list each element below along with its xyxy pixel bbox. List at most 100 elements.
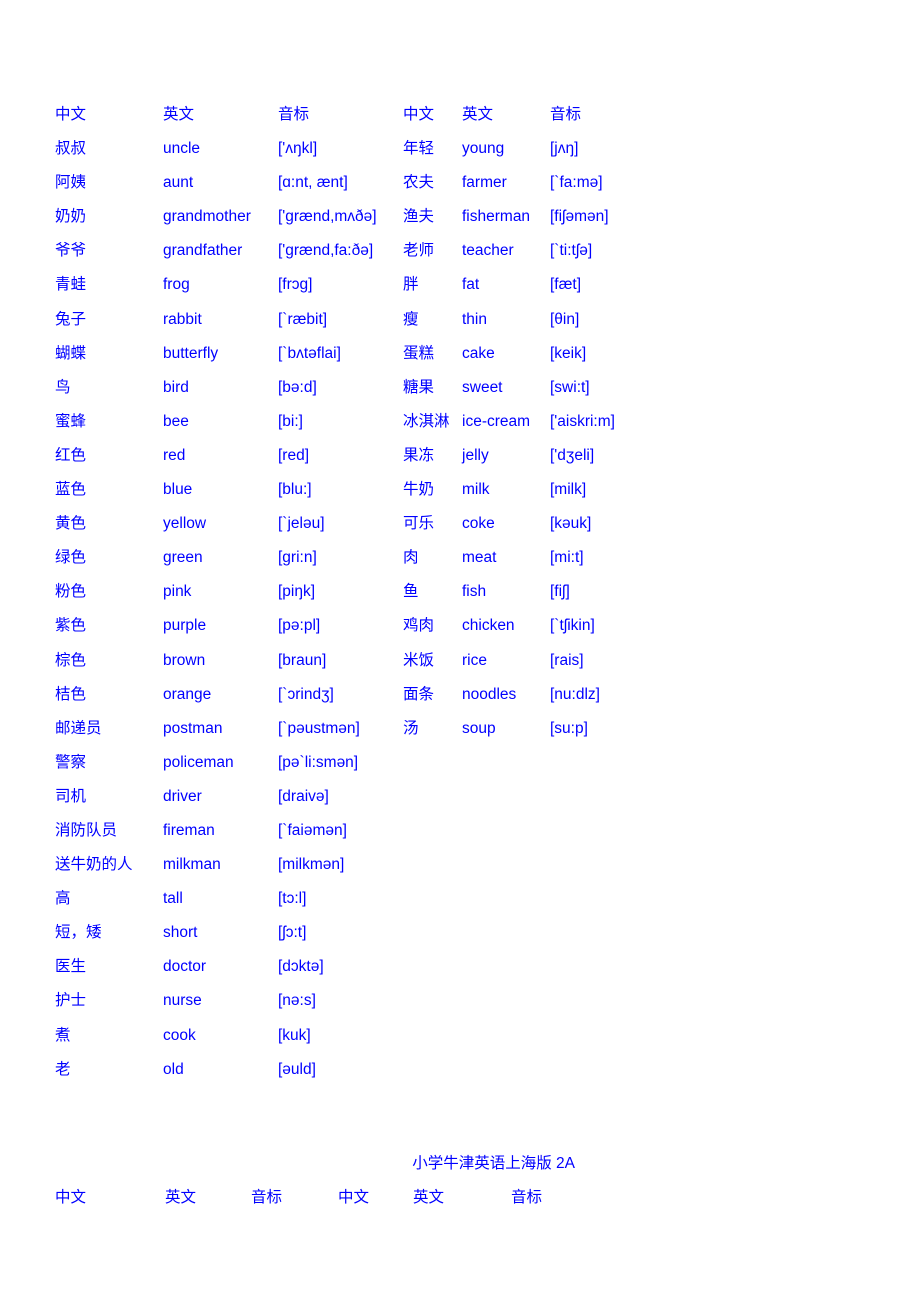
table-row: 阿姨 aunt [ɑ:nt, ænt] 农夫 farmer [`fa:mə] [55, 166, 700, 200]
cell-english-2: fisherman [462, 208, 531, 226]
cell-chinese-2 [403, 984, 462, 1018]
cell-phonetic-2 [550, 950, 700, 984]
document-page: 中文 英文 音标 中文 英文 音标 叔叔 uncle ['ʌŋkl] 年轻 young [… [0, 0, 920, 1302]
cell-chinese-1: 奶奶 [55, 208, 87, 226]
footer-header-english-2: 英文 [413, 1189, 445, 1206]
cell-chinese-1: 蓝色 [55, 481, 87, 499]
table-row: 奶奶 grandmother ['grænd,mʌðə] 渔夫 fisherman [fi… [55, 200, 700, 234]
footer-header-english-1: 英文 [165, 1189, 197, 1206]
cell-chinese-2: 渔夫 [403, 208, 435, 226]
cell-english-2: coke [462, 515, 495, 533]
cell-chinese-1: 消防队员 [55, 821, 118, 839]
cell-english-2 [462, 984, 550, 1018]
cell-phonetic-2 [550, 916, 700, 950]
cell-phonetic-1: [gri:n] [278, 549, 317, 567]
vocabulary-table: 中文 英文 音标 中文 英文 音标 叔叔 uncle ['ʌŋkl] 年轻 young [… [55, 98, 700, 1087]
cell-phonetic-2 [550, 1053, 700, 1087]
table-row: 青蛙 frog [frɔg] 胖 fat [fæt] [55, 268, 700, 302]
cell-phonetic-2: [mi:t] [550, 549, 584, 567]
cell-chinese-1: 短，矮 [55, 924, 102, 942]
cell-phonetic-2 [550, 984, 700, 1018]
cell-chinese-2: 瘦 [403, 310, 419, 328]
cell-english-1: policeman [163, 753, 234, 771]
header-english-1: 英文 [163, 106, 195, 123]
cell-english-2: teacher [462, 242, 514, 260]
cell-english-2: soup [462, 719, 496, 737]
cell-phonetic-1: [ɑ:nt, ænt] [278, 174, 348, 192]
cell-english-1: postman [163, 719, 223, 737]
cell-chinese-2 [403, 916, 462, 950]
cell-phonetic-1: [pə`li:smən] [278, 753, 359, 771]
cell-phonetic-1: [`ræbit] [278, 310, 328, 328]
cell-phonetic-2: [su:p] [550, 719, 588, 737]
table-row: 绿色 green [gri:n] 肉 meat [mi:t] [55, 541, 700, 575]
cell-chinese-2: 牛奶 [403, 481, 435, 499]
cell-phonetic-2: [`fa:mə] [550, 174, 603, 192]
cell-phonetic-2: [`ti:tʃə] [550, 242, 593, 260]
cell-english-2 [462, 882, 550, 916]
cell-phonetic-1: [bə:d] [278, 378, 317, 396]
table-row: 黄色 yellow [`jeləu] 可乐 coke [kəuk] [55, 507, 700, 541]
table-row: 司机 driver [draivə] [55, 780, 700, 814]
cell-phonetic-2 [550, 882, 700, 916]
cell-phonetic-2: [rais] [550, 651, 584, 669]
cell-chinese-1: 爷爷 [55, 242, 87, 260]
table-row: 红色 red [red] 果冻 jelly ['dʒeli] [55, 439, 700, 473]
cell-chinese-2: 汤 [403, 719, 419, 737]
cell-english-1: old [163, 1060, 184, 1078]
cell-english-2: chicken [462, 617, 515, 635]
cell-chinese-1: 邮递员 [55, 719, 102, 737]
cell-chinese-1: 叔叔 [55, 140, 87, 158]
cell-english-2: farmer [462, 174, 507, 192]
cell-chinese-2 [403, 1053, 462, 1087]
cell-phonetic-2: [fiʃəmən] [550, 208, 609, 226]
table-row: 煮 cook [kuk] [55, 1019, 700, 1053]
cell-english-2: ice-cream [462, 412, 531, 430]
cell-english-2: sweet [462, 378, 503, 396]
cell-english-2 [462, 780, 550, 814]
cell-chinese-1: 红色 [55, 446, 87, 464]
cell-phonetic-1: [pə:pl] [278, 617, 321, 635]
cell-chinese-2: 鱼 [403, 583, 419, 601]
cell-chinese-1: 护士 [55, 992, 87, 1010]
cell-english-2: rice [462, 651, 487, 669]
cell-phonetic-2: [nu:dlz] [550, 685, 600, 703]
cell-phonetic-1: [frɔg] [278, 276, 313, 294]
table-row: 粉色 pink [piŋk] 鱼 fish [fiʃ] [55, 575, 700, 609]
cell-chinese-2: 农夫 [403, 174, 435, 192]
cell-phonetic-1: [draivə] [278, 787, 329, 805]
cell-chinese-2 [403, 746, 462, 780]
cell-chinese-2: 鸡肉 [403, 617, 435, 635]
cell-chinese-2: 面条 [403, 685, 435, 703]
table-row: 警察 policeman [pə`li:smən] [55, 746, 700, 780]
cell-english-2: thin [462, 310, 487, 328]
cell-english-1: red [163, 446, 186, 464]
cell-chinese-2: 冰淇淋 [403, 412, 450, 430]
cell-chinese-2: 米饭 [403, 651, 435, 669]
table-row: 短，矮 short [ʃɔ:t] [55, 916, 700, 950]
cell-english-1: rabbit [163, 310, 202, 328]
cell-chinese-2 [403, 848, 462, 882]
footer-header-chinese-2: 中文 [338, 1189, 370, 1206]
cell-english-2: noodles [462, 685, 517, 703]
table-row: 蓝色 blue [blu:] 牛奶 milk [milk] [55, 473, 700, 507]
cell-chinese-1: 棕色 [55, 651, 87, 669]
cell-english-1: grandfather [163, 242, 243, 260]
cell-english-2: cake [462, 344, 495, 362]
table-row: 高 tall [tɔ:l] [55, 882, 700, 916]
cell-english-1: grandmother [163, 208, 251, 226]
cell-phonetic-2: ['aiskri:m] [550, 412, 615, 430]
cell-phonetic-1: [blu:] [278, 481, 312, 499]
cell-phonetic-1: [nə:s] [278, 992, 316, 1010]
cell-english-2: milk [462, 481, 490, 499]
cell-english-1: butterfly [163, 344, 219, 362]
footer-header-phonetic-1: 音标 [251, 1189, 283, 1206]
cell-chinese-1: 兔子 [55, 310, 87, 328]
cell-chinese-2 [403, 780, 462, 814]
cell-english-2 [462, 916, 550, 950]
cell-phonetic-1: [`jeləu] [278, 515, 325, 533]
cell-phonetic-2: [θin] [550, 310, 580, 328]
table-row: 鸟 bird [bə:d] 糖果 sweet [swi:t] [55, 371, 700, 405]
cell-phonetic-1: [`bʌtəflai] [278, 344, 341, 362]
cell-phonetic-2: [keik] [550, 344, 587, 362]
